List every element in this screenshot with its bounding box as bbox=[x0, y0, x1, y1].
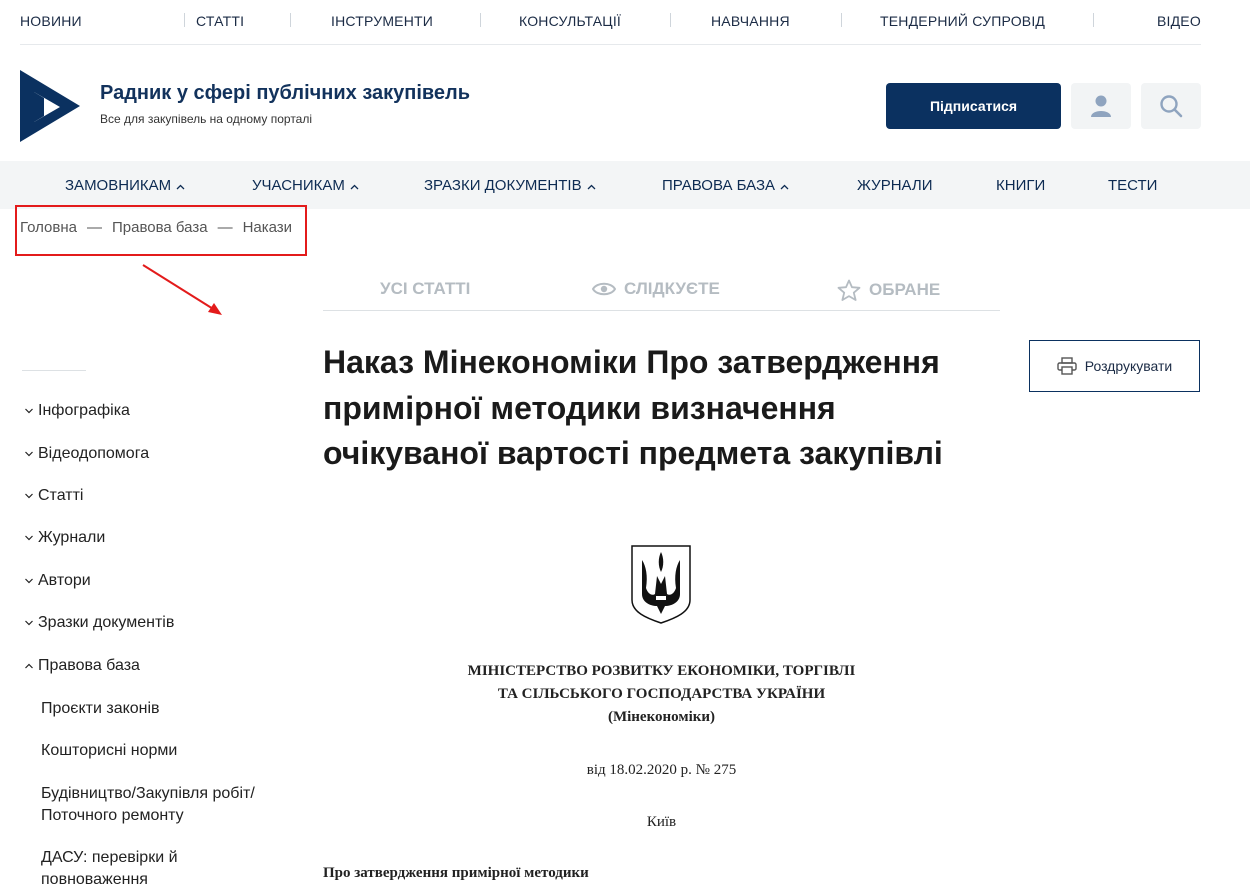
chevron-down-icon bbox=[25, 620, 33, 626]
chevron-up-icon bbox=[587, 184, 596, 189]
chevron-down-icon bbox=[25, 493, 33, 499]
top-nav-separator bbox=[1093, 13, 1094, 27]
ministry-name-line1: МІНІСТЕРСТВО РОЗВИТКУ ЕКОНОМІКИ, ТОРГІВЛ… bbox=[467, 663, 856, 679]
chevron-up-icon bbox=[350, 184, 359, 189]
star-icon bbox=[837, 279, 861, 301]
top-nav-separator bbox=[841, 13, 842, 27]
account-button[interactable] bbox=[1071, 83, 1131, 129]
top-nav-separator bbox=[290, 13, 291, 27]
main-nav-item-books[interactable]: КНИГИ bbox=[996, 177, 1045, 194]
sidebar-item-video-help[interactable]: Відеодопомога bbox=[24, 445, 149, 463]
sidebar-subitem-construction[interactable]: Будівництво/Закупівля робіт/ Поточного р… bbox=[41, 783, 301, 827]
top-nav-separator bbox=[184, 13, 185, 27]
annotation-arrow-icon bbox=[142, 264, 222, 315]
top-nav-item-articles[interactable]: СТАТТІ bbox=[196, 13, 244, 29]
sidebar-subitem-cost-norms[interactable]: Кошторисні норми bbox=[41, 740, 177, 762]
chevron-down-icon bbox=[25, 408, 33, 414]
chevron-down-icon bbox=[25, 535, 33, 541]
site-title[interactable]: Радник у сфері публічних закупівель bbox=[100, 82, 470, 105]
chevron-down-icon bbox=[25, 451, 33, 457]
subscribe-button[interactable]: Підписатися bbox=[886, 83, 1061, 129]
chevron-down-icon bbox=[25, 578, 33, 584]
sidebar-item-articles[interactable]: Статті bbox=[24, 487, 83, 505]
annotation-highlight-box bbox=[15, 205, 307, 256]
sidebar-item-templates[interactable]: Зразки документів bbox=[24, 614, 174, 632]
tab-following[interactable]: СЛІДКУЄТЕ bbox=[592, 279, 720, 299]
sidebar-item-legal-base[interactable]: Правова база bbox=[24, 657, 140, 675]
sidebar-item-infographics[interactable]: Інфографіка bbox=[24, 402, 130, 420]
ministry-name-line2: ТА СІЛЬСЬКОГО ГОСПОДАРСТВА УКРАЇНИ bbox=[497, 686, 826, 702]
printer-icon bbox=[1057, 357, 1077, 375]
main-nav: ЗАМОВНИКАМ УЧАСНИКАМ ЗРАЗКИ ДОКУМЕНТІВ П… bbox=[0, 161, 1250, 209]
sidebar-item-journals[interactable]: Журнали bbox=[24, 529, 105, 547]
sidebar-subitem-dasu[interactable]: ДАСУ: перевірки й повноваження bbox=[41, 847, 271, 891]
top-nav-separator bbox=[480, 13, 481, 27]
main-nav-item-customers[interactable]: ЗАМОВНИКАМ bbox=[65, 177, 185, 194]
chevron-up-icon bbox=[780, 184, 789, 189]
ministry-abbreviation: (Мінекономіки) bbox=[607, 709, 716, 725]
article-tabs: УСІ СТАТТІ СЛІДКУЄТЕ ОБРАНЕ bbox=[323, 270, 1000, 311]
sidebar-item-authors[interactable]: Автори bbox=[24, 572, 91, 590]
top-nav-item-tools[interactable]: ІНСТРУМЕНТИ bbox=[331, 13, 433, 29]
main-nav-item-participants[interactable]: УЧАСНИКАМ bbox=[252, 177, 359, 194]
print-button[interactable]: Роздрукувати bbox=[1029, 340, 1200, 392]
top-nav-item-news[interactable]: НОВИНИ bbox=[20, 13, 82, 29]
main-nav-item-legal-base[interactable]: ПРАВОВА БАЗА bbox=[662, 177, 789, 194]
order-city: Київ bbox=[646, 814, 677, 830]
logo-icon[interactable] bbox=[20, 70, 82, 142]
order-heading: Про затвердження примірної методики bbox=[323, 865, 589, 881]
order-date-number: від 18.02.2020 р. № 275 bbox=[586, 762, 737, 778]
main-nav-item-tests[interactable]: ТЕСТИ bbox=[1108, 177, 1157, 194]
site-subtitle: Все для закупівель на одному порталі bbox=[100, 112, 313, 126]
article-title: Наказ Мінекономіки Про затвердження прим… bbox=[323, 344, 943, 471]
eye-icon bbox=[592, 282, 616, 296]
user-icon bbox=[1091, 95, 1111, 117]
top-nav-item-consultations[interactable]: КОНСУЛЬТАЦІЇ bbox=[519, 13, 621, 29]
top-nav: НОВИНИ СТАТТІ ІНСТРУМЕНТИ КОНСУЛЬТАЦІЇ Н… bbox=[20, 0, 1201, 45]
chevron-up-icon bbox=[176, 184, 185, 189]
main-nav-item-journals[interactable]: ЖУРНАЛИ bbox=[857, 177, 933, 194]
top-nav-item-tender[interactable]: ТЕНДЕРНИЙ СУПРОВІД bbox=[880, 13, 1045, 29]
chevron-up-icon bbox=[25, 663, 33, 669]
top-nav-item-education[interactable]: НАВЧАННЯ bbox=[711, 13, 790, 29]
tab-all-articles[interactable]: УСІ СТАТТІ bbox=[380, 279, 470, 299]
top-nav-separator bbox=[670, 13, 671, 27]
tab-favorites[interactable]: ОБРАНЕ bbox=[837, 279, 940, 301]
main-nav-item-templates[interactable]: ЗРАЗКИ ДОКУМЕНТІВ bbox=[424, 177, 596, 194]
coat-of-arms-icon bbox=[630, 544, 692, 624]
sidebar-divider bbox=[22, 370, 86, 371]
search-icon bbox=[1160, 95, 1183, 118]
top-nav-item-video[interactable]: ВІДЕО bbox=[1157, 13, 1201, 29]
sidebar-subitem-draft-laws[interactable]: Проєкти законів bbox=[41, 698, 160, 720]
search-button[interactable] bbox=[1141, 83, 1201, 129]
